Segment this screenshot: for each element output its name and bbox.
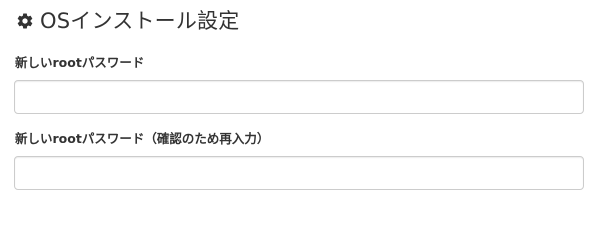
section-heading: OSインストール設定 [16, 6, 239, 36]
gear-icon [16, 12, 34, 30]
new-root-password-input[interactable] [14, 80, 584, 114]
new-root-password-label: 新しいrootパスワード [15, 55, 145, 70]
confirm-root-password-input[interactable] [14, 156, 584, 190]
confirm-root-password-label: 新しいrootパスワード（確認のため再入力） [15, 131, 270, 146]
page-title: OSインストール設定 [40, 9, 240, 33]
os-install-settings-panel: OSインストール設定 新しいrootパスワード 新しいrootパスワード（確認の… [0, 0, 600, 203]
